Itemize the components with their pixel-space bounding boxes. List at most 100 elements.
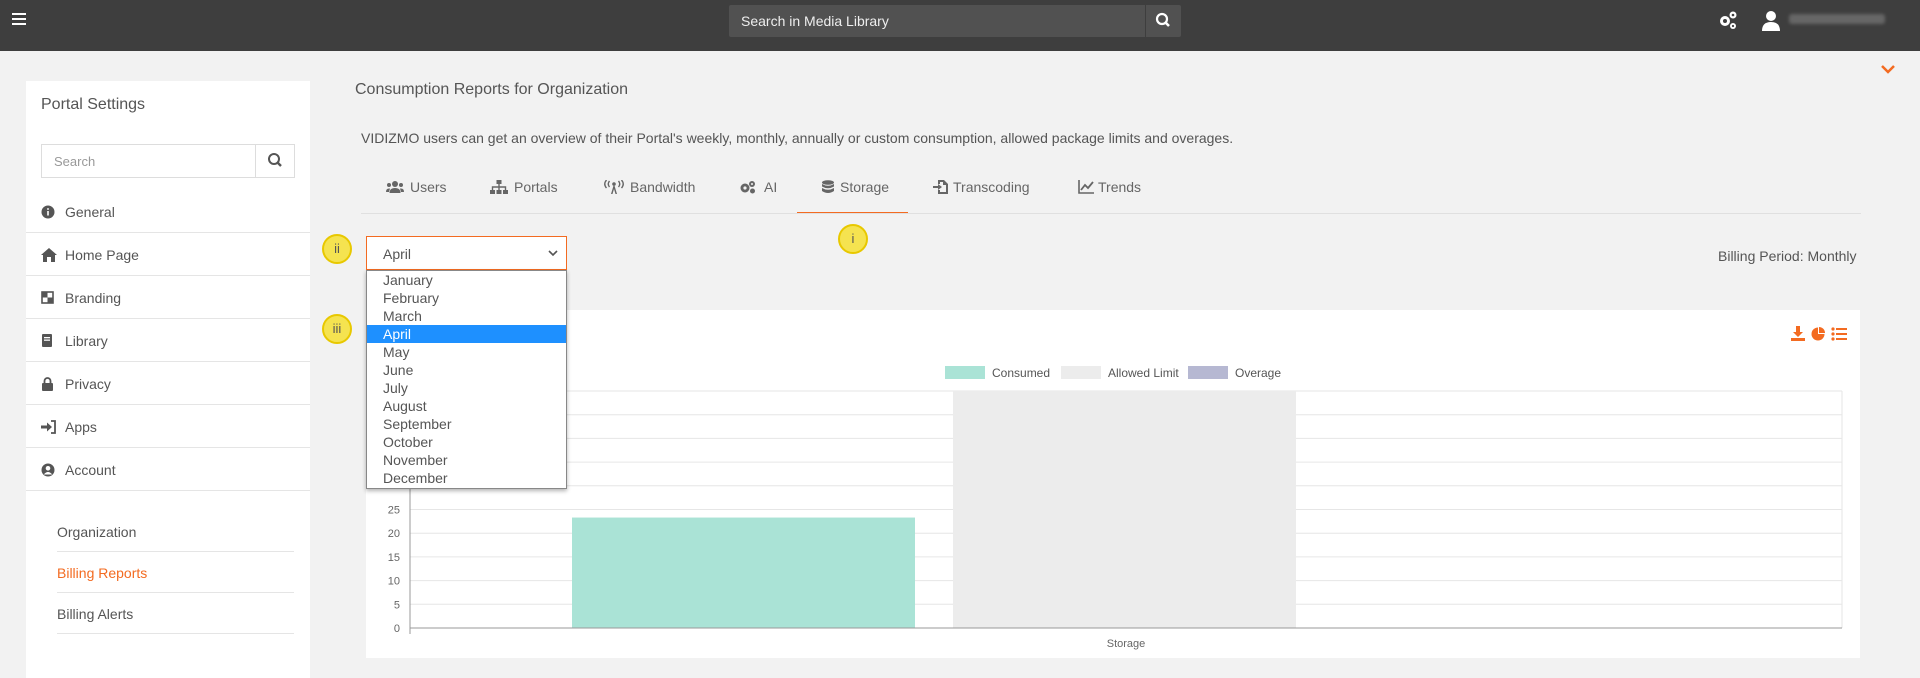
media-search-placeholder: Search in Media Library [741,13,889,29]
sidebar-item-privacy[interactable]: Privacy [26,362,310,405]
y-tick-label: 15 [388,552,400,564]
user-circle-icon [41,463,55,477]
sidebar-item-label: Apps [65,419,97,435]
month-select-value: April [383,246,412,262]
sidebar-item-home-page[interactable]: Home Page [26,233,310,276]
sidebar-title: Portal Settings [41,96,146,113]
month-option-august[interactable]: August [367,397,566,415]
chevron-down-icon[interactable] [1880,64,1896,74]
media-search-input[interactable]: Search in Media Library [729,5,1181,37]
storage-bar-chart: 0 5 10 15 20 25 Storage Consumed Allowed Limit Ov… [388,366,1843,650]
search-button[interactable] [1145,5,1181,37]
y-tick-label: 0 [394,623,400,635]
lock-icon [42,377,53,391]
legend-label: Consumed [992,366,1050,380]
sidebar-item-label: Home Page [65,247,139,263]
tab-label: Users [410,179,447,195]
tab-label: Bandwidth [630,179,696,195]
bar-allowed-limit [953,391,1296,628]
tab-label: AI [764,179,778,195]
download-icon[interactable] [1791,326,1805,341]
list-icon[interactable] [1831,327,1847,341]
y-tick-label: 10 [388,576,400,588]
bar-consumed [572,517,915,628]
sidebar-subitem-label: Billing Alerts [57,606,134,622]
settings-sidebar: Portal Settings Search General Home Page… [26,81,310,678]
pie-chart-icon[interactable] [1811,327,1826,341]
month-option-october[interactable]: October [367,433,566,451]
month-option-january[interactable]: January [367,271,566,289]
sidebar-item-branding[interactable]: Branding [26,276,310,319]
sidebar-item-label: Branding [65,290,122,306]
tab-storage[interactable]: Storage [821,178,901,214]
sidebar-item-library[interactable]: Library [26,319,310,362]
y-tick-label: 25 [388,505,400,517]
tab-label: Portals [514,179,558,195]
sidebar-item-label: Library [65,333,108,349]
month-dropdown-list: January February March April May June July Augu… [366,270,567,489]
sitemap-icon [490,180,508,194]
sidebar-search-button[interactable] [255,145,294,177]
gears-icon[interactable] [1717,10,1739,30]
tab-portals[interactable]: Portals [490,178,566,214]
tab-transcoding[interactable]: Transcoding [933,178,1043,214]
tab-bandwidth[interactable]: Bandwidth [604,178,704,214]
annotation-badge: ii [322,234,352,264]
database-icon [822,180,834,193]
book-icon [42,334,52,347]
month-option-september[interactable]: September [367,415,566,433]
tab-users[interactable]: Users [386,178,450,214]
sidebar-item-apps[interactable]: Apps [26,405,310,448]
y-tick-label: 5 [394,599,400,611]
legend-label: Allowed Limit [1108,366,1179,380]
month-select[interactable]: April [366,236,567,270]
sidebar-subitem-label: Billing Reports [57,565,148,581]
annotation-badge: iii [322,314,352,344]
broadcast-icon [604,180,624,194]
branding-icon [41,291,54,304]
month-option-april[interactable]: April [367,325,566,343]
sidebar-item-general[interactable]: General [26,190,310,233]
page-title: Consumption Reports for Organization [355,81,629,98]
tab-ai[interactable]: AI [739,178,787,214]
top-bar: Search in Media Library [0,0,1920,51]
chevron-down-icon [548,250,558,257]
sidebar-search-placeholder: Search [54,154,96,169]
chart-toolbar [1791,326,1847,341]
sidebar-search-input[interactable]: Search [41,144,295,178]
legend-swatch [945,366,985,379]
legend-swatch [1188,366,1228,379]
sidebar-item-account[interactable]: Account [26,448,310,491]
home-icon [41,248,57,262]
x-tick-label: Storage [1107,638,1146,650]
month-option-february[interactable]: February [367,289,566,307]
sidebar-item-label: Privacy [65,376,111,392]
sidebar-subitem-billing-reports[interactable]: Billing Reports [57,552,294,593]
file-import-icon [933,180,948,194]
sidebar-subitem-billing-alerts[interactable]: Billing Alerts [57,593,294,634]
y-tick-label: 20 [388,528,400,540]
tabs-divider [361,213,1861,214]
cogs-icon [740,181,755,194]
month-option-july[interactable]: July [367,379,566,397]
info-icon [41,205,55,219]
tab-label: Storage [840,179,890,195]
sidebar-item-label: Account [65,462,116,478]
users-icon [386,181,404,193]
tab-label: Transcoding [953,179,1030,195]
search-icon [268,153,282,167]
month-option-march[interactable]: March [367,307,566,325]
tab-trends[interactable]: Trends [1078,178,1148,214]
line-chart-icon [1078,180,1094,194]
user-name[interactable] [1789,14,1885,24]
month-option-december[interactable]: December [367,469,566,487]
legend-swatch [1061,366,1101,379]
month-option-november[interactable]: November [367,451,566,469]
sidebar-subitem-organization[interactable]: Organization [57,511,294,552]
user-icon[interactable] [1761,10,1781,32]
month-option-may[interactable]: May [367,343,566,361]
menu-icon[interactable] [12,13,26,27]
sign-in-icon [41,420,56,434]
month-option-june[interactable]: June [367,361,566,379]
search-icon [1155,12,1170,27]
